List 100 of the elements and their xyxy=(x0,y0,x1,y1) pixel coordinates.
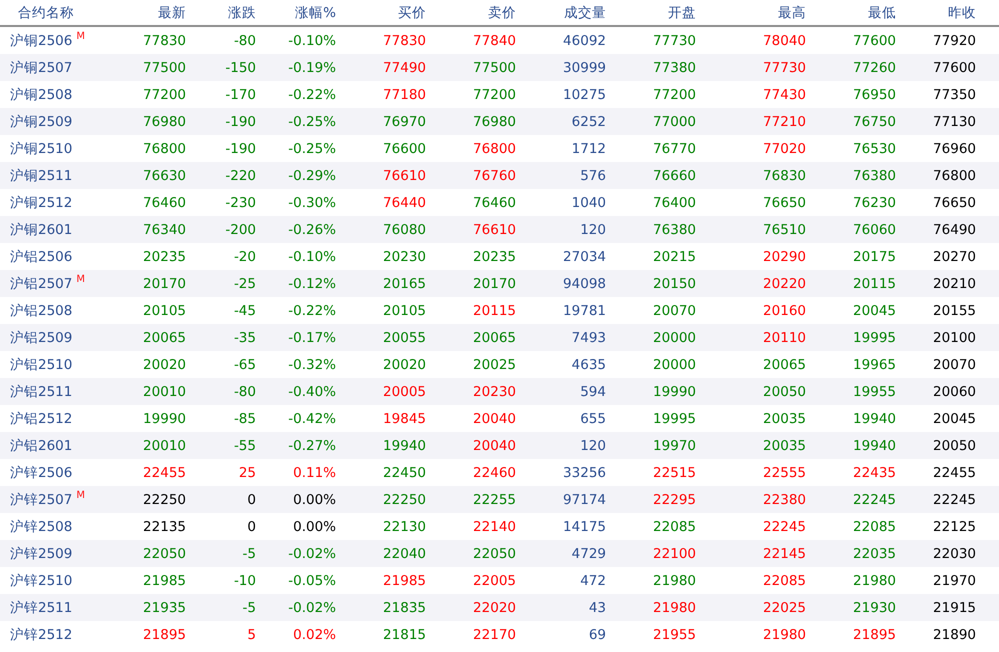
quote-value: 1040 xyxy=(572,194,606,210)
quote-value: -0.40% xyxy=(288,384,336,400)
quote-value: 94098 xyxy=(563,276,606,292)
quote-value: 22245 xyxy=(853,492,896,508)
contract-name[interactable]: 沪铝2510 xyxy=(10,356,72,372)
quote-value: 22050 xyxy=(143,546,186,562)
quote-value: 19781 xyxy=(563,302,606,318)
quote-value: 77350 xyxy=(933,86,976,102)
contract-name[interactable]: 沪铝2512 xyxy=(10,410,72,426)
quote-value: 20165 xyxy=(383,276,426,292)
quote-value: 22085 xyxy=(763,572,806,588)
quote-value: 22255 xyxy=(473,492,516,508)
contract-name[interactable]: 沪铝2507 xyxy=(10,276,72,292)
quote-value: 22250 xyxy=(143,492,186,508)
quote-value: 19990 xyxy=(143,410,186,426)
quote-value: 21935 xyxy=(143,600,186,616)
column-header[interactable]: 卖价 xyxy=(488,4,516,20)
contract-name[interactable]: 沪锌2512 xyxy=(10,626,72,642)
quote-value: -0.22% xyxy=(288,302,336,318)
contract-name[interactable]: 沪铝2508 xyxy=(10,302,72,318)
quote-value: 76630 xyxy=(143,168,186,184)
quote-value: 77600 xyxy=(853,32,896,48)
quote-value: 21985 xyxy=(383,572,426,588)
quote-value: 20070 xyxy=(653,302,696,318)
quote-value: 21970 xyxy=(933,572,976,588)
quote-value: -0.10% xyxy=(288,32,336,48)
contract-name[interactable]: 沪锌2506 xyxy=(10,464,72,480)
quote-value: 22140 xyxy=(473,518,516,534)
quote-value: 22050 xyxy=(473,546,516,562)
quote-value: 69 xyxy=(588,626,606,642)
quote-value: 77180 xyxy=(383,86,426,102)
quote-value: -85 xyxy=(234,410,256,426)
quote-value: 19940 xyxy=(853,410,896,426)
quote-value: 76380 xyxy=(853,168,896,184)
column-header[interactable]: 合约名称 xyxy=(18,4,74,20)
quote-value: 77730 xyxy=(653,32,696,48)
quote-value: 76600 xyxy=(383,140,426,156)
contract-name[interactable]: 沪铜2506 xyxy=(10,33,72,49)
contract-name[interactable]: 沪铝2506 xyxy=(10,248,72,264)
quote-value: 77430 xyxy=(763,86,806,102)
quote-value: 20230 xyxy=(473,384,516,400)
quote-value: 0.02% xyxy=(293,626,336,642)
quote-value: 78040 xyxy=(763,32,806,48)
quote-value: 22450 xyxy=(383,464,426,480)
column-header[interactable]: 成交量 xyxy=(564,4,606,20)
contract-name[interactable]: 沪锌2510 xyxy=(10,572,72,588)
quote-value: 22085 xyxy=(853,518,896,534)
contract-name[interactable]: 沪锌2508 xyxy=(10,518,72,534)
quote-value: -190 xyxy=(225,140,256,156)
quote-value: 20235 xyxy=(143,248,186,264)
quote-value: -5 xyxy=(242,600,256,616)
quote-value: 27034 xyxy=(563,248,606,264)
quote-value: 22245 xyxy=(763,518,806,534)
column-header[interactable]: 涨跌 xyxy=(228,4,256,20)
quote-value: 76660 xyxy=(653,168,696,184)
main-contract-label: M xyxy=(76,274,85,285)
quote-value: -0.22% xyxy=(288,86,336,102)
quote-value: 22455 xyxy=(143,464,186,480)
contract-name[interactable]: 沪铜2512 xyxy=(10,194,72,210)
quote-value: 22515 xyxy=(653,464,696,480)
column-header[interactable]: 开盘 xyxy=(668,4,696,20)
quote-value: -0.02% xyxy=(288,546,336,562)
quote-value: 20050 xyxy=(933,438,976,454)
quote-value: -35 xyxy=(234,330,256,346)
quote-value: 25 xyxy=(238,464,256,480)
quote-value: 20105 xyxy=(143,302,186,318)
quote-value: -230 xyxy=(225,194,256,210)
quote-value: 22170 xyxy=(473,626,516,642)
quote-value: 20035 xyxy=(763,438,806,454)
column-header[interactable]: 最高 xyxy=(778,4,806,20)
column-header[interactable]: 涨幅% xyxy=(295,4,336,20)
column-header[interactable]: 昨收 xyxy=(948,4,976,20)
contract-name[interactable]: 沪铜2508 xyxy=(10,86,72,102)
quote-value: 76400 xyxy=(653,194,696,210)
quote-value: 21980 xyxy=(853,572,896,588)
quote-value: 77200 xyxy=(143,86,186,102)
contract-name[interactable]: 沪锌2507 xyxy=(10,492,72,508)
quote-value: -0.05% xyxy=(288,572,336,588)
quote-value: -0.26% xyxy=(288,222,336,238)
quote-value: 76830 xyxy=(763,168,806,184)
quote-value: 76950 xyxy=(853,86,896,102)
column-header[interactable]: 最新 xyxy=(158,4,186,20)
quote-value: 21955 xyxy=(653,626,696,642)
quote-value: 22020 xyxy=(473,600,516,616)
quote-value: 4635 xyxy=(572,356,606,372)
column-header[interactable]: 买价 xyxy=(398,4,426,20)
quote-value: 19955 xyxy=(853,384,896,400)
quote-value: 76650 xyxy=(763,194,806,210)
quote-value: 22245 xyxy=(933,492,976,508)
quote-value: 76510 xyxy=(763,222,806,238)
quote-value: 77200 xyxy=(473,86,516,102)
contract-name[interactable]: 沪铜2510 xyxy=(10,140,72,156)
quote-value: -20 xyxy=(234,248,256,264)
quote-value: -0.02% xyxy=(288,600,336,616)
column-header[interactable]: 最低 xyxy=(868,4,896,20)
quote-value: 20170 xyxy=(143,276,186,292)
quote-value: 20045 xyxy=(853,302,896,318)
quote-value: 20055 xyxy=(383,330,426,346)
quote-value: 21815 xyxy=(383,626,426,642)
quote-value: 22145 xyxy=(763,546,806,562)
